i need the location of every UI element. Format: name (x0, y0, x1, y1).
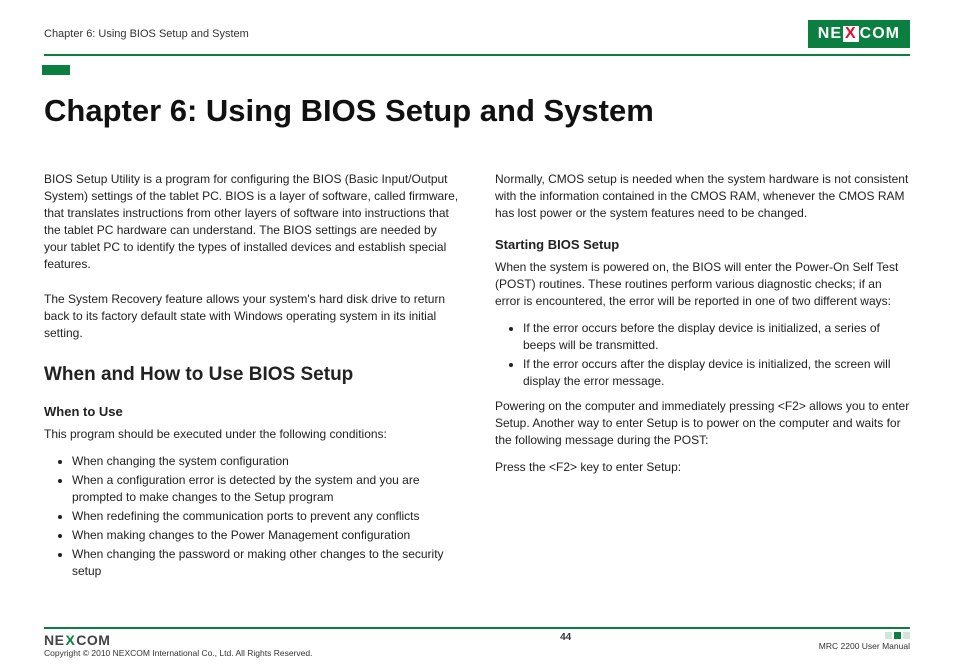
footer-left: NEXCOM Copyright © 2010 NEXCOM Internati… (44, 632, 312, 658)
divider-bottom (44, 627, 910, 629)
logo-pre: NE (818, 25, 842, 43)
footer: NEXCOM Copyright © 2010 NEXCOM Internati… (44, 627, 910, 658)
footer-right: MRC 2200 User Manual (819, 632, 910, 651)
cmos-para: Normally, CMOS setup is needed when the … (495, 171, 910, 222)
list-item: When a configuration error is detected b… (72, 472, 459, 506)
list-item: If the error occurs before the display d… (523, 320, 910, 354)
list-item: If the error occurs after the display de… (523, 356, 910, 390)
footer-squares-icon (819, 632, 910, 639)
footer-logo-x: X (64, 632, 76, 648)
logo-box: NEXCOM (808, 20, 910, 48)
footer-row: NEXCOM Copyright © 2010 NEXCOM Internati… (44, 632, 910, 658)
intro-para-1: BIOS Setup Utility is a program for conf… (44, 171, 459, 273)
when-list: When changing the system configuration W… (44, 453, 459, 580)
power-para: Powering on the computer and immediately… (495, 398, 910, 449)
lead-text: This program should be executed under th… (44, 426, 459, 443)
logo-post: COM (860, 25, 900, 43)
subsection-starting: Starting BIOS Setup (495, 236, 910, 254)
chapter-title: Chapter 6: Using BIOS Setup and System (44, 93, 910, 129)
square-icon (885, 632, 892, 639)
error-list: If the error occurs before the display d… (495, 320, 910, 390)
press-para: Press the <F2> key to enter Setup: (495, 459, 910, 476)
logo-x: X (843, 26, 859, 42)
footer-logo-pre: NE (44, 632, 64, 648)
list-item: When making changes to the Power Managem… (72, 527, 459, 544)
green-tab (42, 65, 70, 75)
subsection-when: When to Use (44, 403, 459, 421)
page-number: 44 (560, 632, 571, 643)
square-icon (903, 632, 910, 639)
footer-logo: NEXCOM (44, 632, 312, 648)
square-icon (894, 632, 901, 639)
list-item: When changing the password or making oth… (72, 546, 459, 580)
post-para: When the system is powered on, the BIOS … (495, 259, 910, 310)
divider-top (44, 54, 910, 56)
section-heading: When and How to Use BIOS Setup (44, 362, 459, 389)
header-bar: Chapter 6: Using BIOS Setup and System N… (44, 20, 910, 48)
intro-para-2: The System Recovery feature allows your … (44, 291, 459, 342)
content-columns: BIOS Setup Utility is a program for conf… (44, 171, 910, 588)
footer-logo-post: COM (76, 632, 110, 648)
list-item: When changing the system configuration (72, 453, 459, 470)
logo: NEXCOM (808, 20, 910, 48)
copyright: Copyright © 2010 NEXCOM International Co… (44, 648, 312, 658)
right-column: Normally, CMOS setup is needed when the … (495, 171, 910, 588)
breadcrumb: Chapter 6: Using BIOS Setup and System (44, 28, 249, 40)
left-column: BIOS Setup Utility is a program for conf… (44, 171, 459, 588)
manual-name: MRC 2200 User Manual (819, 641, 910, 651)
list-item: When redefining the communication ports … (72, 508, 459, 525)
